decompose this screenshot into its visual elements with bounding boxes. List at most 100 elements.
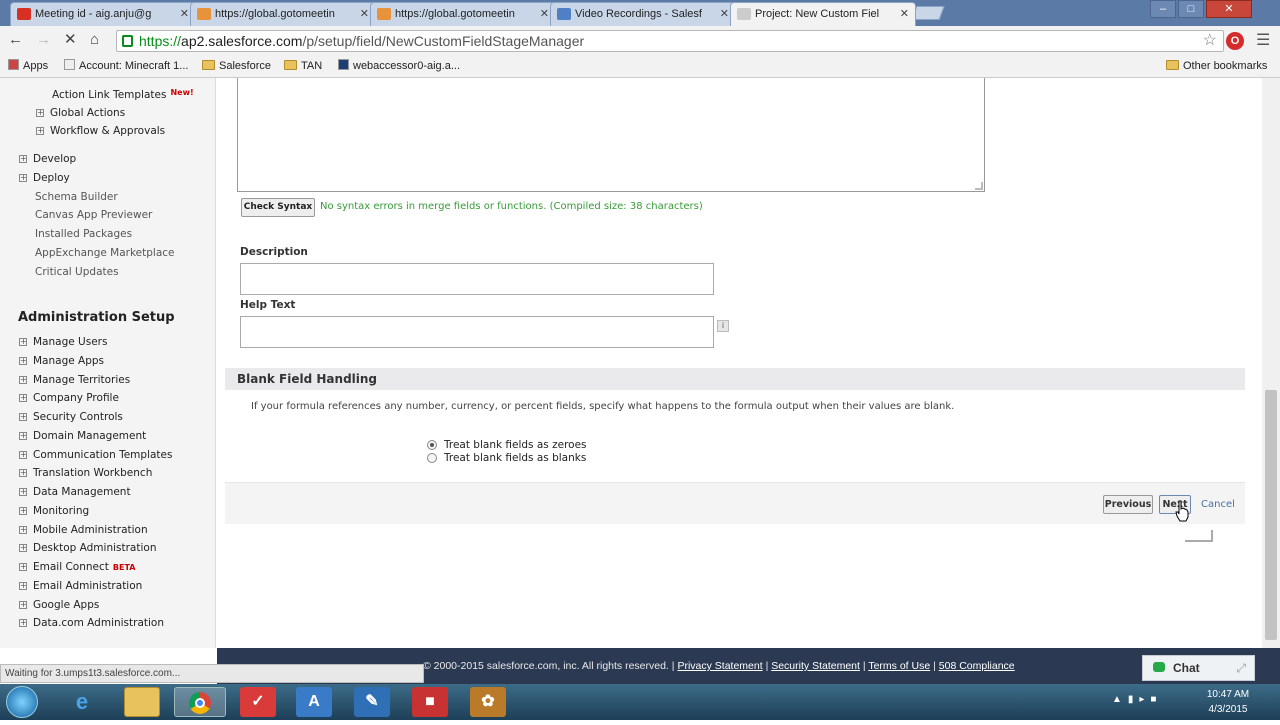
tab-4[interactable]: Project: New Custom Fiel ✕: [730, 2, 916, 26]
minimize-button[interactable]: –: [1150, 0, 1176, 18]
sidebar-item-desktop-administration[interactable]: + Desktop Administration: [19, 542, 156, 554]
sidebar-item-manage-territories[interactable]: + Manage Territories: [19, 374, 130, 386]
sidebar-item-data-management[interactable]: + Data Management: [19, 486, 131, 498]
close-tab-icon[interactable]: ✕: [180, 3, 189, 25]
sidebar-item-manage-apps[interactable]: + Manage Apps: [19, 355, 104, 367]
expand-icon[interactable]: +: [19, 356, 27, 365]
help-info-icon[interactable]: i: [717, 320, 729, 332]
todoist-icon[interactable]: ✓: [240, 687, 276, 717]
security-statement-link[interactable]: Security Statement: [771, 660, 860, 672]
treat-as-zeroes-radio[interactable]: [427, 440, 437, 450]
bookmark-star-icon[interactable]: ☆: [1203, 31, 1217, 51]
sidebar-item-manage-users[interactable]: + Manage Users: [19, 336, 107, 348]
expand-icon[interactable]: +: [19, 173, 27, 182]
bookmark-0[interactable]: Apps: [8, 59, 48, 73]
sidebar-item-installed-packages[interactable]: Installed Packages: [35, 228, 132, 240]
stop-loading-icon[interactable]: ✕: [64, 32, 77, 48]
new-tab-button[interactable]: [911, 6, 945, 20]
expand-icon[interactable]: +: [19, 600, 27, 609]
close-window-button[interactable]: ✕: [1206, 0, 1252, 18]
sidebar-item-company-profile[interactable]: + Company Profile: [19, 392, 119, 404]
expand-icon[interactable]: +: [19, 488, 27, 496]
bookmark-2[interactable]: Salesforce: [202, 59, 271, 73]
expand-icon[interactable]: +: [19, 469, 27, 478]
sidebar-item-mobile-administration[interactable]: + Mobile Administration: [19, 524, 148, 536]
chrome-menu-icon[interactable]: ☰: [1256, 30, 1270, 50]
expand-icon[interactable]: +: [19, 431, 27, 440]
expand-icon[interactable]: +: [19, 525, 27, 534]
snipping-tool-icon[interactable]: ✎: [354, 687, 390, 717]
gift-app-icon[interactable]: ■: [412, 687, 448, 717]
sidebar-item-appexchange-marketplace[interactable]: AppExchange Marketplace: [35, 247, 175, 259]
taskbar-clock[interactable]: 10:47 AM 4/3/2015: [1196, 687, 1260, 717]
bookmark-4[interactable]: webaccessor0-aig.a...: [338, 59, 460, 73]
chat-button[interactable]: Chat ⤢: [1142, 655, 1255, 681]
sidebar-item-global-actions[interactable]: + Global Actions: [36, 107, 125, 119]
expand-icon[interactable]: +: [19, 544, 27, 553]
sidebar-item-schema-builder[interactable]: Schema Builder: [35, 191, 118, 203]
sidebar-item-action-link-templates[interactable]: Action Link Templates New!: [52, 88, 194, 101]
close-tab-icon[interactable]: ✕: [360, 3, 369, 25]
forward-icon[interactable]: →: [36, 32, 51, 48]
bookmark-3[interactable]: TAN: [284, 59, 322, 73]
expand-icon[interactable]: +: [19, 394, 27, 403]
expand-icon[interactable]: +: [19, 563, 27, 571]
terms-of-use-link[interactable]: Terms of Use: [868, 660, 930, 672]
sidebar-item-translation-workbench[interactable]: + Translation Workbench: [19, 467, 152, 479]
home-icon[interactable]: ⌂: [90, 32, 99, 48]
app-a-icon[interactable]: A: [296, 687, 332, 717]
back-icon[interactable]: ←: [8, 32, 23, 48]
sidebar-item-workflow-approvals[interactable]: + Workflow & Approvals: [36, 125, 165, 137]
tab-3[interactable]: Video Recordings - Salesf ✕: [550, 2, 736, 26]
sidebar-item-domain-management[interactable]: + Domain Management: [19, 430, 146, 442]
formula-editor[interactable]: [237, 78, 985, 192]
sidebar-item-data-com-administration[interactable]: + Data.com Administration: [19, 617, 164, 629]
expand-icon[interactable]: +: [19, 581, 27, 590]
sidebar-item-communication-templates[interactable]: + Communication Templates: [19, 449, 172, 461]
check-syntax-button[interactable]: Check Syntax: [241, 198, 315, 217]
expand-icon[interactable]: +: [19, 450, 27, 459]
privacy-statement-link[interactable]: Privacy Statement: [677, 660, 762, 672]
gotomeeting-icon[interactable]: ✿: [470, 687, 506, 717]
resize-handle-icon[interactable]: [975, 182, 983, 190]
sidebar-item-email-connect[interactable]: + Email Connect BETA: [19, 561, 135, 573]
expand-icon[interactable]: +: [36, 108, 44, 117]
expand-icon[interactable]: +: [19, 155, 27, 163]
file-explorer-icon[interactable]: [124, 687, 160, 717]
other-bookmarks[interactable]: Other bookmarks: [1166, 59, 1267, 73]
tab-2[interactable]: https://global.gotomeetin ✕: [370, 2, 556, 26]
sidebar-item-monitoring[interactable]: + Monitoring: [19, 505, 89, 517]
scrollbar-thumb[interactable]: [1265, 390, 1277, 640]
expand-icon[interactable]: +: [19, 375, 27, 384]
help-text-field[interactable]: [240, 316, 714, 348]
close-tab-icon[interactable]: ✕: [900, 3, 909, 25]
expand-icon[interactable]: +: [19, 413, 27, 421]
description-field[interactable]: [240, 263, 714, 295]
expand-icon[interactable]: +: [19, 338, 27, 346]
sidebar-item-google-apps[interactable]: + Google Apps: [19, 599, 99, 611]
tab-0[interactable]: Meeting id - aig.anju@g ✕: [10, 2, 196, 26]
chat-popout-icon[interactable]: ⤢: [1236, 656, 1246, 680]
close-tab-icon[interactable]: ✕: [540, 3, 549, 25]
sidebar-item-develop[interactable]: + Develop: [19, 153, 76, 165]
maximize-button[interactable]: □: [1178, 0, 1204, 18]
address-bar[interactable]: https://ap2.salesforce.com/p/setup/field…: [116, 30, 1224, 52]
expand-icon[interactable]: +: [36, 127, 44, 135]
internet-explorer-icon[interactable]: e: [62, 687, 102, 717]
sidebar-item-security-controls[interactable]: + Security Controls: [19, 411, 123, 423]
treat-as-blanks-radio[interactable]: [427, 453, 437, 463]
system-tray[interactable]: ▲▮▸■: [1112, 694, 1162, 705]
opera-extension-icon[interactable]: O: [1226, 32, 1244, 50]
chrome-taskbar-icon[interactable]: [174, 687, 226, 717]
previous-button[interactable]: Previous: [1103, 495, 1153, 514]
sidebar-item-deploy[interactable]: + Deploy: [19, 172, 70, 184]
expand-icon[interactable]: +: [19, 506, 27, 515]
sidebar-item-critical-updates[interactable]: Critical Updates: [35, 266, 119, 278]
cancel-link[interactable]: Cancel: [1201, 499, 1235, 510]
close-tab-icon[interactable]: ✕: [720, 3, 729, 25]
page-scrollbar[interactable]: [1262, 78, 1280, 648]
sidebar-item-canvas-app-previewer[interactable]: Canvas App Previewer: [35, 209, 152, 221]
sidebar-item-email-administration[interactable]: + Email Administration: [19, 580, 142, 592]
bookmark-1[interactable]: Account: Minecraft 1...: [64, 59, 188, 73]
508-compliance-link[interactable]: 508 Compliance: [939, 660, 1015, 672]
